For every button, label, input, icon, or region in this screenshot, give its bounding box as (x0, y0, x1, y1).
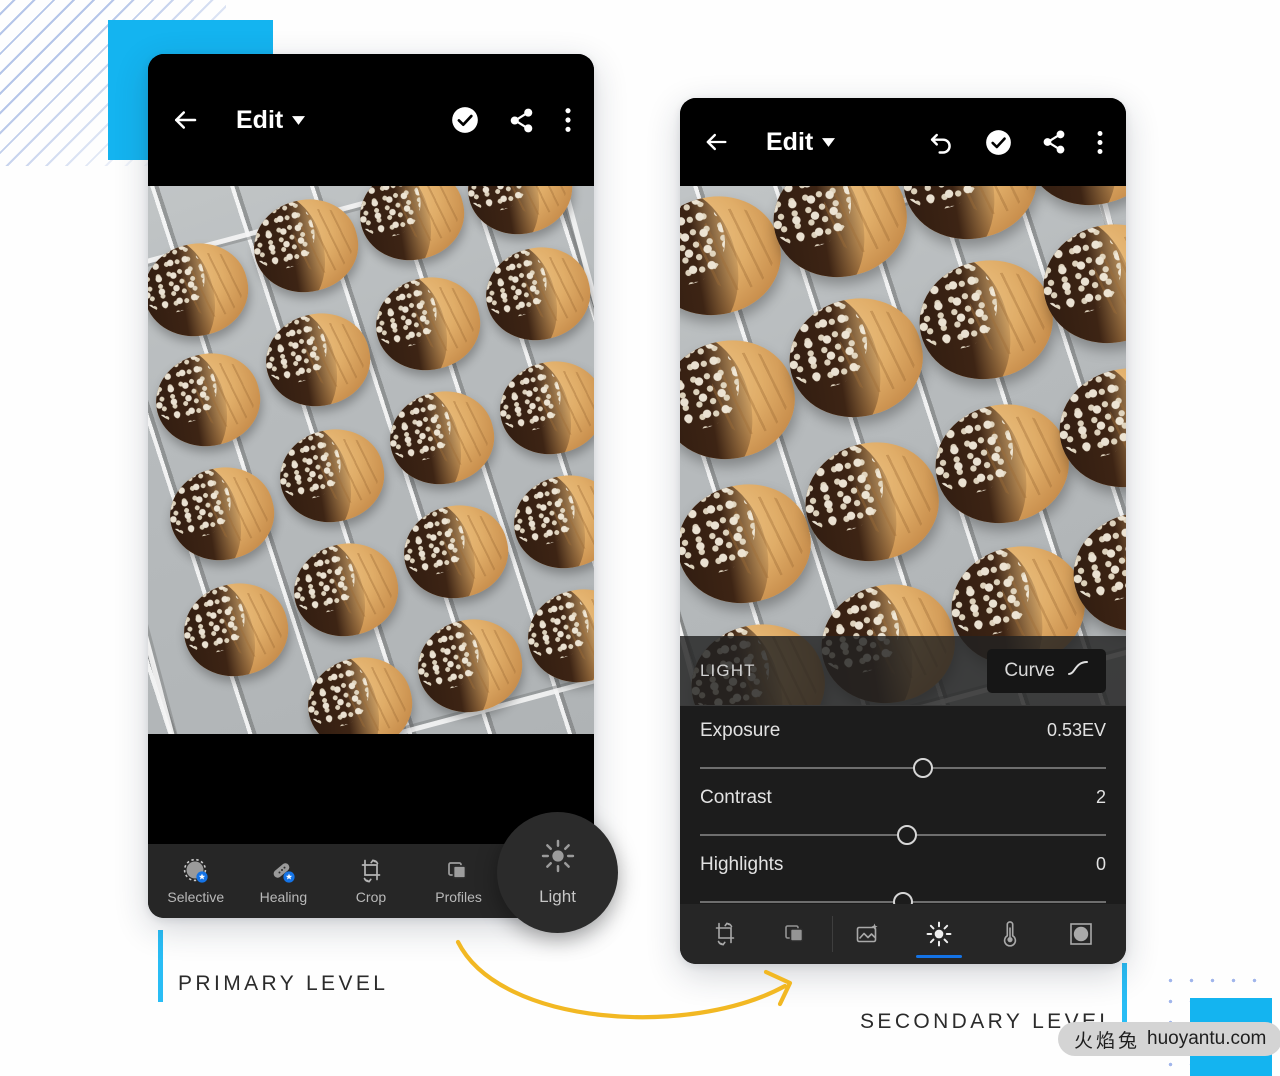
tool-crop[interactable]: Crop (327, 858, 415, 905)
light-panel-title: LIGHT (700, 660, 756, 680)
secondary-topbar: Edit (680, 98, 1126, 186)
healing-icon (270, 858, 296, 884)
share-icon[interactable] (1041, 129, 1067, 155)
tool-selective-label: Selective (167, 888, 225, 905)
slider-contrast-thumb[interactable] (897, 825, 918, 845)
share-icon[interactable] (508, 107, 535, 134)
secondary-title-label: Edit (766, 127, 814, 156)
tool-crop-label: Crop (355, 888, 387, 905)
curve-button-label: Curve (1004, 659, 1055, 681)
undo-icon[interactable] (928, 128, 956, 156)
slider-contrast-value: 2 (1095, 787, 1106, 807)
phone-primary-level: Edit Selective Healing Crop Profiles (148, 54, 594, 918)
slider-highlights-label: Highlights (700, 854, 784, 875)
primary-title-label: Edit (236, 105, 284, 134)
caption-primary-level: PRIMARY LEVEL (178, 972, 389, 995)
secondary-topbar-actions (928, 128, 1104, 156)
back-arrow-icon[interactable] (170, 105, 200, 135)
more-vertical-icon[interactable] (1096, 129, 1104, 156)
check-circle-icon[interactable] (451, 106, 479, 134)
primary-topbar: Edit (148, 54, 594, 186)
chevron-down-icon (292, 115, 306, 125)
light-icon (926, 921, 952, 947)
primary-topbar-actions (451, 106, 572, 134)
page-root: Edit Selective Healing Crop Profiles Lig… (0, 0, 1280, 1076)
watermark-domain: huoyantu.com (1147, 1028, 1267, 1049)
slider-exposure-value: 0.53EV (1046, 720, 1106, 740)
check-circle-icon[interactable] (985, 129, 1012, 156)
tool-selective[interactable]: Selective (152, 858, 240, 905)
tab-light[interactable] (903, 904, 974, 964)
curve-icon (1067, 660, 1089, 682)
primary-photo[interactable] (148, 186, 594, 734)
curve-button[interactable]: Curve (987, 648, 1106, 693)
slider-exposure[interactable]: Exposure 0.53EV (700, 720, 1106, 778)
light-panel-header: LIGHT Curve (680, 636, 1126, 706)
more-vertical-icon[interactable] (564, 106, 572, 134)
cookie-grid (680, 186, 1126, 706)
watermark: 火焰兔 huoyantu.com (1058, 1022, 1280, 1056)
slider-contrast-label: Contrast (700, 787, 772, 808)
watermark-cn: 火焰兔 (1074, 1030, 1141, 1052)
slider-contrast[interactable]: Contrast 2 (700, 787, 1106, 845)
auto-icon (855, 921, 881, 947)
sun-icon (541, 839, 575, 878)
tab-color[interactable] (974, 904, 1045, 964)
slider-exposure-label: Exposure (700, 720, 781, 741)
effects-icon (1068, 921, 1094, 947)
profiles-icon (446, 858, 472, 884)
phone-secondary-level: Edit LIGHT Curve Exposure 0.53EV Contras… (680, 98, 1126, 964)
cookie-grid (148, 186, 594, 734)
color-icon (997, 921, 1023, 947)
tool-healing[interactable]: Healing (240, 858, 328, 905)
primary-title[interactable]: Edit (236, 105, 306, 135)
slider-highlights-value: 0 (1095, 854, 1106, 874)
chevron-down-icon (822, 137, 836, 147)
tab-auto[interactable] (833, 904, 904, 964)
slider-exposure-thumb[interactable] (913, 758, 934, 778)
crop-icon (358, 858, 384, 884)
slider-contrast-track[interactable] (700, 825, 1106, 845)
secondary-photo[interactable]: LIGHT Curve (680, 186, 1126, 706)
flow-arrow (455, 939, 793, 1020)
back-arrow-icon[interactable] (702, 128, 730, 156)
decor-cyan-bar-primary (158, 930, 163, 1002)
tab-effects[interactable] (1045, 904, 1116, 964)
selective-icon (183, 858, 209, 884)
secondary-title[interactable]: Edit (766, 127, 836, 157)
slider-exposure-track[interactable] (700, 758, 1106, 778)
tool-healing-label: Healing (259, 888, 308, 905)
